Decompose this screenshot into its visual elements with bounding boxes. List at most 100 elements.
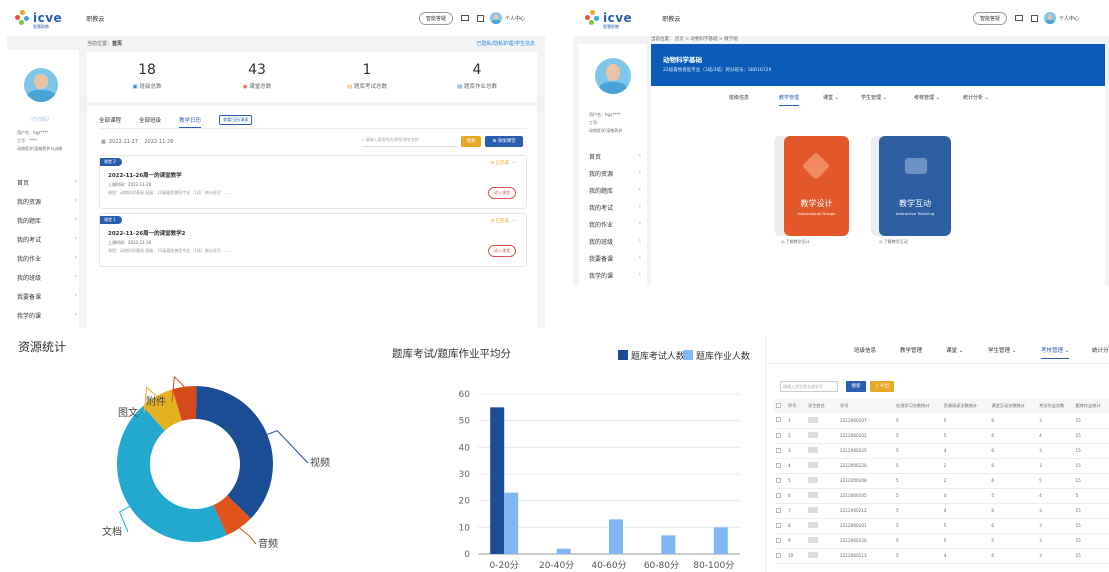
tab-teaching-calendar[interactable]: 教学日历 [179,116,202,128]
tab-all-courses[interactable]: 全部课程 [99,116,121,124]
sidebar-item-my-courses[interactable]: 我学的课 › [17,311,77,320]
tab-teaching-management[interactable]: 教学管理 [779,94,800,106]
sidebar-item-home[interactable]: 首页 › [17,178,77,187]
row-checkbox[interactable] [776,507,781,513]
tab-student-management[interactable]: 学生管理 ⌄ [861,94,887,101]
col-header[interactable]: 考试作业次数 [1037,399,1074,413]
export-icon: ⇩ [874,384,879,389]
y-tick-label: 0 [464,550,470,560]
enter-lesson-button[interactable]: 进入课堂 [488,187,516,199]
smart-answer-button[interactable]: 智能答疑 [418,11,453,25]
table-row[interactable]: 4 2212000220 5 2 6 3 15 [774,458,1109,474]
lesson-card[interactable]: 课堂 2 ◔ 已完成 ··· 2022-11-26周一的课堂教学 上课时间：20… [99,155,527,209]
header-avatar[interactable] [489,12,502,24]
table-row[interactable]: 3 2212000225 5 4 6 3 15 [774,443,1109,459]
sidebar-item-home[interactable]: 首页 › [589,152,641,161]
sidebar-item-question-bank[interactable]: 我的题库 › [589,186,641,195]
select-all-checkbox[interactable] [776,403,781,408]
table-row[interactable]: 1 2212000207 5 5 6 3 15 [774,413,1109,429]
tab-statistics[interactable]: 统计分 [1092,346,1109,354]
tab-teaching-management[interactable]: 教学管理 [900,346,922,354]
sidebar-item-resources[interactable]: 我的资源 › [17,197,77,206]
lesson-card[interactable]: 课堂 1 ◔ 已完成 ··· 2022-11-26周一的课堂教学2 上课时间：2… [99,213,527,267]
tile-link[interactable]: ◎ 了解教学互动 [879,239,908,245]
sidebar-item-exams[interactable]: 我的考试 › [17,235,77,244]
col-header[interactable]: 资源阅读次数统计 [941,399,990,413]
sidebar-item-question-bank[interactable]: 我的题库 › [17,216,77,225]
row-checkbox[interactable] [776,447,781,453]
table-row[interactable]: 6 2212000105 5 4 5 4 5 [774,488,1109,504]
col-header: 学生姓名 [806,399,838,413]
exit-icon[interactable] [1030,14,1038,22]
tab-assessment[interactable]: 考核管理 ⌄ [1041,346,1070,359]
user-center-link[interactable]: 个人中心 [505,15,525,22]
table-cell: 5 [1037,473,1074,489]
tab-statistics[interactable]: 统计分析 ⌄ [963,94,989,101]
row-checkbox[interactable] [776,462,781,468]
brand-logo[interactable]: icve 智慧职教 [15,7,62,30]
sidebar-item-lesson-prep[interactable]: 我要备课 › [589,254,641,263]
search-input[interactable]: ⌕ 请输入要查找的课程/课堂名称 [362,137,457,147]
smart-answer-button[interactable]: 智能答疑 [972,11,1007,25]
header-avatar[interactable] [1043,12,1056,24]
table-cell: 15 [1073,503,1109,519]
lesson-tag: 课堂 2 [100,158,122,166]
table-cell: 5 [941,428,990,444]
instructional-design-tile[interactable]: 教学设计 Instructional Design [774,136,849,236]
table-row[interactable]: 5 2212000108 5 2 6 5 15 [774,473,1109,489]
add-lesson-button[interactable]: ⊞ 添加课堂 [485,136,523,147]
sidebar-item-lesson-prep[interactable]: 我要备课 › [17,292,77,301]
brand-logo[interactable]: icve 智慧职教 [585,7,632,30]
sidebar-item-homework[interactable]: 我的作业 › [17,254,77,263]
sidebar-item-homework[interactable]: 我的作业 › [589,220,641,229]
row-checkbox[interactable] [776,537,781,543]
calendar-icon: ▦ [101,139,106,145]
top-right-link[interactable]: 已隐私/隐私护理/学生信息 [477,40,535,47]
stat-homework[interactable]: 4 ▤ 题库作业总数 [427,62,527,90]
row-checkbox[interactable] [776,552,781,558]
stat-classes[interactable]: 18 ▣ 班级总数 [97,62,197,90]
col-header[interactable]: 在线学习次数统计 [894,399,942,413]
table-row[interactable]: 10 2212000113 5 4 6 3 15 [774,548,1109,564]
sidebar-item-classes[interactable]: 我的班级 › [589,237,641,246]
sidebar-item-classes[interactable]: 我的班级 › [17,273,77,282]
stat-exams[interactable]: 1 ▤ 题库考试总数 [317,62,417,90]
table-row[interactable]: 2 2212000202 5 5 6 4 15 [774,428,1109,444]
table-row[interactable]: 8 2212000201 5 5 6 3 15 [774,518,1109,534]
sidebar-item-my-courses[interactable]: 我学的课 › [589,271,641,280]
row-checkbox[interactable] [776,492,781,498]
tab-classroom[interactable]: 课堂 ⌄ [823,94,839,101]
interactive-teaching-tile[interactable]: 教学互动 Interactive Teaching [871,136,951,236]
row-checkbox[interactable] [776,477,781,483]
sidebar-item-resources[interactable]: 我的资源 › [589,169,641,178]
view-calendar-badge[interactable]: 查看日历/课表 [219,115,253,125]
exit-icon[interactable] [476,14,484,22]
table-row[interactable]: 9 2212000226 5 5 5 3 15 [774,533,1109,549]
tab-assessment[interactable]: 考核管理 ⌄ [914,94,940,101]
redacted-name [808,462,818,468]
table-row[interactable]: 7 2212000212 5 4 6 3 15 [774,503,1109,519]
date-range-picker[interactable]: ▦ 2022-11-27 2022-11-26 [101,139,173,145]
mail-icon[interactable] [1014,15,1023,21]
col-header[interactable]: 课堂互动次数统计 [989,399,1038,413]
user-center-link[interactable]: 个人中心 [1059,15,1079,22]
mail-icon[interactable] [460,15,469,21]
bar [504,492,519,554]
tab-student-management[interactable]: 学生管理 ⌄ [988,346,1016,354]
search-button[interactable]: 搜索 [461,136,481,147]
tab-class-info[interactable]: 班级信息 [854,346,876,354]
sidebar-item-exams[interactable]: 我的考试 › [589,203,641,212]
tab-all-classes[interactable]: 全部班级 [139,116,161,124]
export-button[interactable]: ⇩ 导出 [870,381,894,392]
search-button[interactable]: 搜索 [846,381,866,392]
row-checkbox[interactable] [776,417,781,423]
row-checkbox[interactable] [776,522,781,528]
student-search-input[interactable]: 请输入学生姓名或学号 [780,381,838,392]
tab-class-info[interactable]: 班级信息 [729,94,749,101]
tile-link[interactable]: ◎ 了解教学设计 [781,239,810,245]
tab-classroom[interactable]: 课堂 ⌄ [946,346,963,354]
stat-lessons[interactable]: 43 ◉ 课堂总数 [207,62,307,90]
row-checkbox[interactable] [776,432,781,438]
enter-lesson-button[interactable]: 进入课堂 [488,245,516,257]
col-header[interactable]: 题库作业统计 [1073,399,1109,413]
